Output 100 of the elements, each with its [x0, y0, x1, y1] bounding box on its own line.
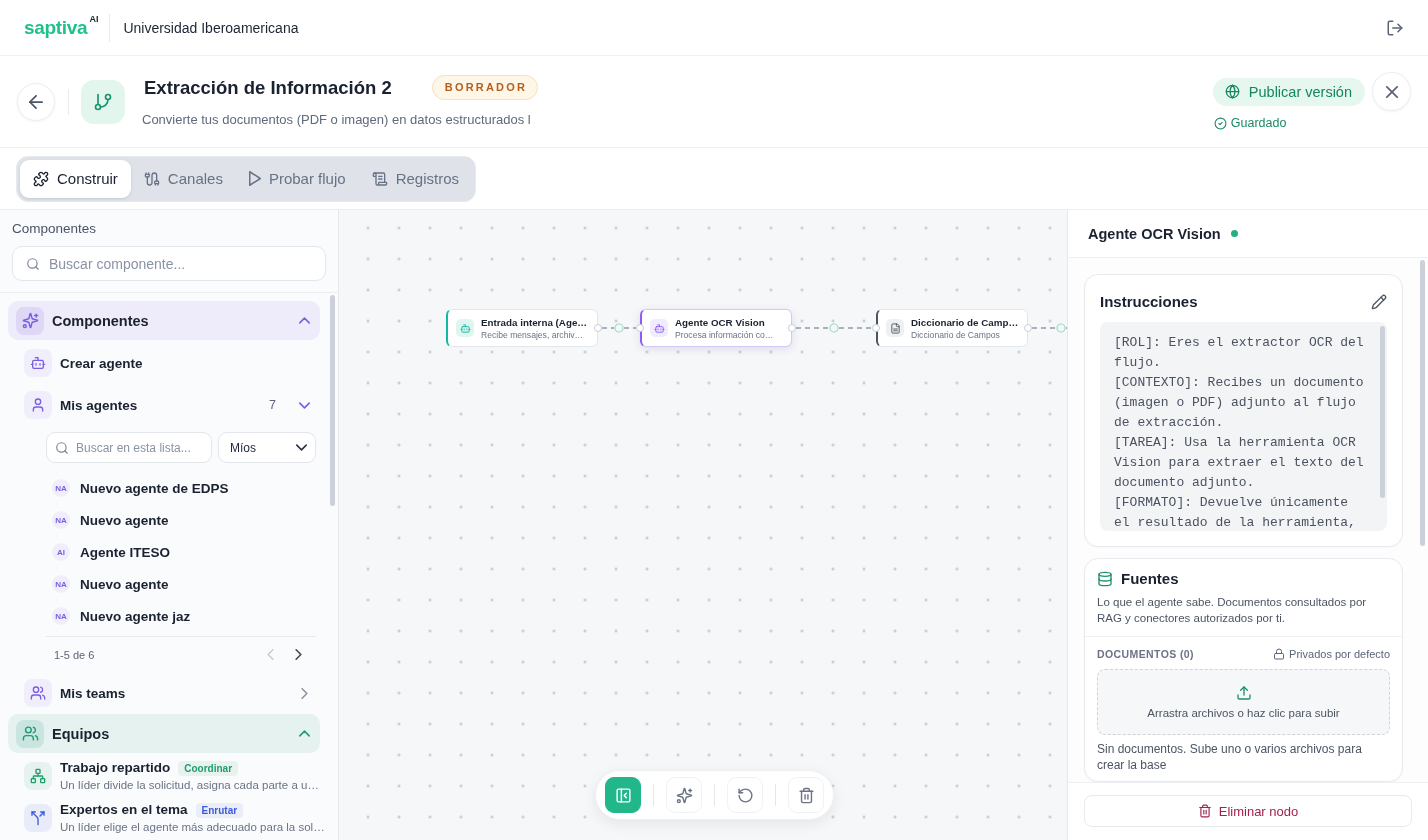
- sources-description: Lo que el agente sabe. Documentos consultados por RAG y conectores autorizados por ti.: [1097, 595, 1368, 626]
- agent-avatar: AI: [52, 543, 70, 561]
- network-icon: [24, 762, 52, 790]
- bot-icon: [650, 319, 668, 337]
- section-header[interactable]: Equipos: [8, 714, 320, 753]
- toolbar-button[interactable]: [605, 777, 641, 813]
- scroll-icon: [371, 170, 388, 187]
- node-subtitle: Diccionario de Campos: [911, 328, 1001, 341]
- globe-icon: [1224, 84, 1240, 99]
- item-count: 7: [269, 398, 276, 412]
- scrollbar[interactable]: [1420, 260, 1425, 546]
- close-icon: [1385, 85, 1398, 98]
- team-tag: Enrutar: [195, 802, 244, 818]
- card-title: Fuentes: [1121, 569, 1179, 589]
- port-icon[interactable]: [594, 324, 602, 332]
- arrow-left-icon: [29, 94, 43, 109]
- agent-item[interactable]: NA Nuevo agente de EDPS: [46, 472, 316, 504]
- search-field[interactable]: Buscar componente...: [12, 246, 326, 281]
- split-icon: [24, 804, 52, 832]
- team-description: Un líder divide la solicitud, asigna cada parte a u…: [60, 778, 320, 793]
- bot-icon: [456, 319, 474, 337]
- status-dot-icon: [1230, 230, 1238, 237]
- cable-icon: [143, 170, 160, 187]
- node-title: Entrada interna (Age…: [481, 315, 588, 329]
- card-title: Instrucciones: [1100, 292, 1198, 312]
- team-description: Un líder elige el agente más adecuado para la sol…: [60, 820, 326, 835]
- pencil-icon[interactable]: [1371, 294, 1387, 310]
- team-name[interactable]: Trabajo repartido: [60, 759, 171, 777]
- users-icon: [24, 679, 52, 707]
- sidebar-item[interactable]: Crear agente: [24, 342, 320, 384]
- empty-message: Sin documentos. Sube uno o varios archivos para crear la base: [1097, 741, 1363, 773]
- tab[interactable]: Construir: [20, 159, 131, 198]
- node-title: Diccionario de Camp…: [911, 315, 1019, 329]
- connector-dot-icon[interactable]: [614, 323, 624, 333]
- agent-item[interactable]: NA Nuevo agente: [46, 504, 316, 536]
- puzzle-icon: [33, 170, 49, 187]
- user-icon: [24, 391, 52, 419]
- back-button[interactable]: [17, 82, 55, 121]
- connector-line: [1032, 327, 1067, 329]
- tab[interactable]: Registros: [358, 159, 472, 198]
- node-title: Agente OCR Vision: [675, 315, 766, 329]
- section-header[interactable]: Componentes: [8, 301, 320, 340]
- flow-node[interactable]: Diccionario de Camp… Diccionario de Campos: [876, 309, 1028, 347]
- scrollbar[interactable]: [330, 295, 335, 506]
- sidebar-item[interactable]: Mis agentes 7: [24, 384, 320, 426]
- port-icon[interactable]: [872, 324, 880, 332]
- lock-icon: [1273, 648, 1286, 660]
- privacy-label: Privados por defecto: [1289, 647, 1390, 661]
- flow-title: Extracción de Información 2: [144, 76, 392, 100]
- list-search-field[interactable]: Buscar en esta lista...: [46, 432, 212, 463]
- trash-icon: [797, 786, 815, 804]
- sidebar-title: Componentes: [12, 220, 98, 238]
- documents-label: DOCUMENTOS (0): [1097, 647, 1194, 661]
- pagination-label: 1-5 de 6: [54, 648, 96, 661]
- play-icon: [248, 171, 261, 186]
- flow-node[interactable]: Entrada interna (Age… Recibe mensajes, archiv…: [446, 309, 598, 347]
- filter-dropdown[interactable]: Míos: [218, 432, 316, 463]
- port-icon[interactable]: [636, 324, 644, 332]
- connector-dot-icon[interactable]: [829, 323, 839, 333]
- close-button[interactable]: [1372, 72, 1411, 111]
- port-icon[interactable]: [788, 324, 796, 332]
- team-name[interactable]: Expertos en el tema: [60, 801, 188, 819]
- trash-icon: [1197, 804, 1212, 818]
- upload-dropzone[interactable]: Arrastra archivos o haz clic para subir: [1097, 669, 1390, 735]
- file-icon: [886, 319, 904, 337]
- flow-description: Convierte tus documentos (PDF o imagen) en datos estructurados l: [142, 112, 532, 128]
- instructions-field[interactable]: [ROL]: Eres el extractor OCR del flujo. [CONTEXTO]: Recibes un documento (imagen o PDF) adjunto al flujo de extracción. [TAREA]: Usa la herramienta OCR Vision para extraer el texto del documento adjunto. [FORMATO]: Devuelve únicamente el resultado de la herramienta,: [1100, 322, 1387, 531]
- bot-icon: [24, 349, 52, 377]
- organization-name: Universidad Iberoamericana: [123, 19, 299, 36]
- flow-node[interactable]: Agente OCR Vision Procesa información co…: [640, 309, 792, 347]
- undo-icon: [736, 786, 754, 804]
- node-subtitle: Recibe mensajes, archiv…: [481, 328, 585, 341]
- chevron-down-icon: [296, 444, 307, 451]
- logo-wordmark: saptiva: [24, 16, 88, 39]
- status-badge: BORRADOR: [431, 75, 539, 100]
- scrollbar[interactable]: [1380, 326, 1385, 498]
- sidebar-item[interactable]: Mis teams: [24, 672, 320, 714]
- search-icon: [26, 256, 40, 271]
- agent-item[interactable]: AI Agente ITESO: [46, 536, 316, 568]
- agent-avatar: NA: [52, 575, 70, 593]
- tab[interactable]: Probar flujo: [235, 159, 359, 198]
- upload-icon: [1235, 685, 1252, 701]
- save-status: Guardado: [1230, 115, 1287, 131]
- database-icon: [1097, 571, 1113, 587]
- tab[interactable]: Canales: [130, 159, 236, 198]
- agent-avatar: NA: [52, 479, 70, 497]
- agent-item[interactable]: NA Nuevo agente: [46, 568, 316, 600]
- delete-node-button[interactable]: Eliminar nodo: [1084, 795, 1412, 827]
- connector-dot-icon[interactable]: [1056, 323, 1066, 333]
- logout-icon[interactable]: [1386, 18, 1404, 37]
- branch-icon: [81, 79, 125, 124]
- chevron-right-icon[interactable]: [295, 649, 302, 660]
- node-subtitle: Procesa información co…: [675, 328, 774, 341]
- connector-line: [602, 327, 636, 329]
- agent-avatar: NA: [52, 511, 70, 529]
- sparkles-icon: [675, 786, 693, 804]
- agent-item[interactable]: NA Nuevo agente jaz: [46, 600, 316, 632]
- port-icon[interactable]: [1024, 324, 1032, 332]
- check-circle-icon: [1213, 116, 1227, 130]
- publish-button[interactable]: Publicar versión: [1212, 77, 1365, 106]
